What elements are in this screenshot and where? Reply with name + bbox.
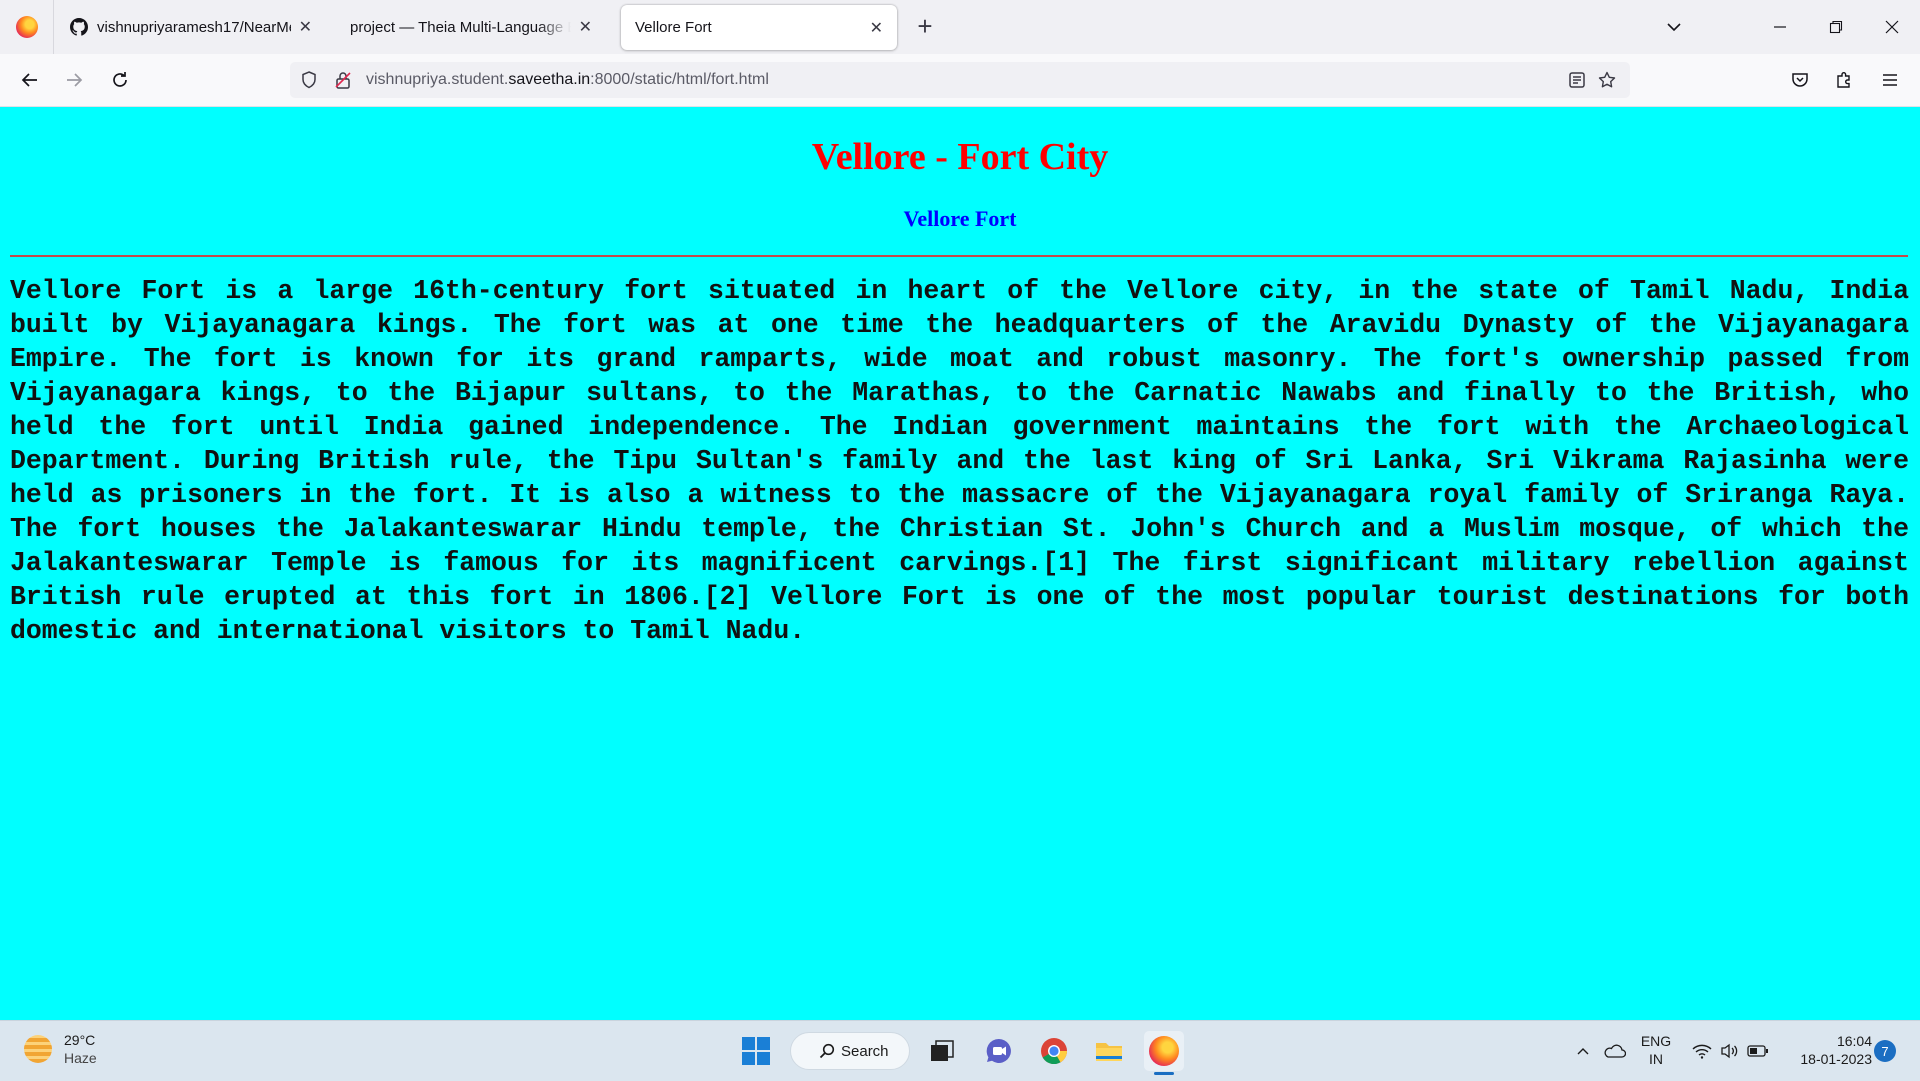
taskbar-search[interactable]: Search: [790, 1032, 910, 1070]
language-code: ENG: [1640, 1033, 1672, 1049]
tab-strip: vishnupriyaramesh17/NearMe ✕ project — T…: [0, 0, 1920, 54]
close-window-button[interactable]: [1864, 0, 1920, 54]
reader-view-icon[interactable]: [1566, 69, 1588, 91]
clock[interactable]: 16:04 18-01-2023: [1788, 1032, 1872, 1068]
forward-button[interactable]: [58, 64, 90, 96]
windows-logo-icon: [742, 1037, 770, 1065]
region-code: IN: [1649, 1051, 1663, 1067]
firefox-taskbar-button[interactable]: [1144, 1031, 1184, 1075]
chat-icon: [986, 1038, 1011, 1063]
onedrive-button[interactable]: [1599, 1031, 1629, 1071]
address-bar[interactable]: vishnupriya.student.saveetha.in:8000/sta…: [290, 62, 1630, 98]
page-subtitle: Vellore Fort: [903, 206, 1017, 231]
reload-icon: [113, 72, 127, 87]
hamburger-menu-icon: [1883, 74, 1897, 86]
list-all-tabs-button[interactable]: [1660, 14, 1688, 40]
tab-title: vishnupriyaramesh17/NearMe: [97, 18, 291, 36]
divider: [10, 255, 1908, 257]
arrow-left-icon: [21, 73, 37, 87]
pocket-button[interactable]: [1784, 64, 1816, 96]
tab-github[interactable]: vishnupriyaramesh17/NearMe ✕: [56, 0, 326, 54]
folder-icon: [1096, 1043, 1122, 1061]
volume-status[interactable]: [1718, 1031, 1742, 1071]
reload-button[interactable]: [104, 64, 136, 96]
restore-button[interactable]: [1808, 0, 1864, 54]
arrow-right-icon: [67, 73, 83, 87]
puzzle-icon: [1837, 72, 1850, 88]
clock-time: 16:04: [1836, 1033, 1872, 1049]
close-tab-icon[interactable]: ✕: [299, 17, 312, 37]
search-icon: [819, 1043, 835, 1059]
pocket-icon: [1792, 73, 1808, 87]
task-view-icon: [931, 1040, 954, 1061]
app-menu-button[interactable]: [1874, 64, 1906, 96]
weather-condition: Haze: [64, 1050, 97, 1066]
navigation-toolbar: vishnupriya.student.saveetha.in:8000/sta…: [0, 54, 1920, 107]
haze-weather-icon: [24, 1035, 52, 1063]
battery-icon: [1747, 1045, 1768, 1057]
close-tab-icon[interactable]: ✕: [579, 17, 592, 37]
active-app-indicator: [1154, 1072, 1174, 1075]
close-tab-icon[interactable]: ✕: [870, 18, 883, 38]
shield-icon[interactable]: [298, 69, 320, 91]
url-host: saveetha.in: [508, 71, 591, 88]
github-icon: [70, 18, 88, 36]
chevron-down-icon: [1667, 23, 1681, 32]
tab-title: project — Theia Multi-Language Ex: [350, 18, 571, 36]
minimize-button[interactable]: [1752, 0, 1808, 54]
file-explorer-button[interactable]: [1089, 1031, 1129, 1071]
url-text[interactable]: vishnupriya.student.saveetha.in:8000/sta…: [366, 62, 769, 98]
insecure-lock-icon[interactable]: [332, 69, 354, 91]
notification-badge[interactable]: 7: [1874, 1040, 1896, 1062]
weather-widget[interactable]: 29°C Haze: [24, 1031, 97, 1067]
cloud-icon: [1604, 1044, 1626, 1058]
chrome-icon: [1041, 1038, 1068, 1065]
windows-taskbar: 29°C Haze Search ENG IN 16:04 18-01-2023…: [0, 1020, 1920, 1081]
teams-chat-button[interactable]: [979, 1031, 1019, 1071]
firefox-icon: [1149, 1036, 1179, 1066]
bookmark-star-icon[interactable]: [1596, 69, 1618, 91]
body-paragraph: Vellore Fort is a large 16th-century for…: [10, 276, 1909, 646]
minimize-icon: [1774, 26, 1786, 28]
tab-vellore-fort[interactable]: Vellore Fort ✕: [621, 5, 897, 50]
tab-theia[interactable]: project — Theia Multi-Language Ex ✕: [336, 0, 606, 54]
weather-temperature: 29°C: [64, 1032, 96, 1048]
start-button[interactable]: [736, 1031, 776, 1071]
chrome-button[interactable]: [1034, 1031, 1074, 1071]
firefox-icon: [15, 16, 38, 38]
back-button[interactable]: [14, 64, 46, 96]
new-tab-button[interactable]: +: [909, 11, 941, 41]
firefox-view-button[interactable]: [0, 0, 54, 54]
clock-date: 18-01-2023: [1800, 1051, 1872, 1067]
web-page: Vellore - Fort City Vellore Fort Vellore…: [0, 107, 1920, 1020]
restore-icon: [1829, 20, 1843, 34]
speaker-icon: [1721, 1043, 1738, 1059]
url-suffix: :8000/static/html/fort.html: [590, 71, 769, 88]
tab-title: Vellore Fort: [635, 19, 712, 36]
wifi-icon: [1692, 1044, 1712, 1059]
input-language[interactable]: ENG IN: [1638, 1032, 1674, 1068]
chevron-up-icon: [1577, 1048, 1589, 1055]
extensions-button[interactable]: [1828, 64, 1860, 96]
wifi-status[interactable]: [1690, 1031, 1714, 1071]
url-prefix: vishnupriya.student.: [366, 71, 509, 88]
task-view-button[interactable]: [922, 1031, 962, 1071]
battery-status[interactable]: [1746, 1031, 1770, 1071]
close-icon: [1885, 20, 1899, 34]
search-label: Search: [841, 1042, 889, 1060]
show-hidden-icons-button[interactable]: [1570, 1031, 1596, 1071]
page-title: Vellore - Fort City: [811, 136, 1109, 178]
